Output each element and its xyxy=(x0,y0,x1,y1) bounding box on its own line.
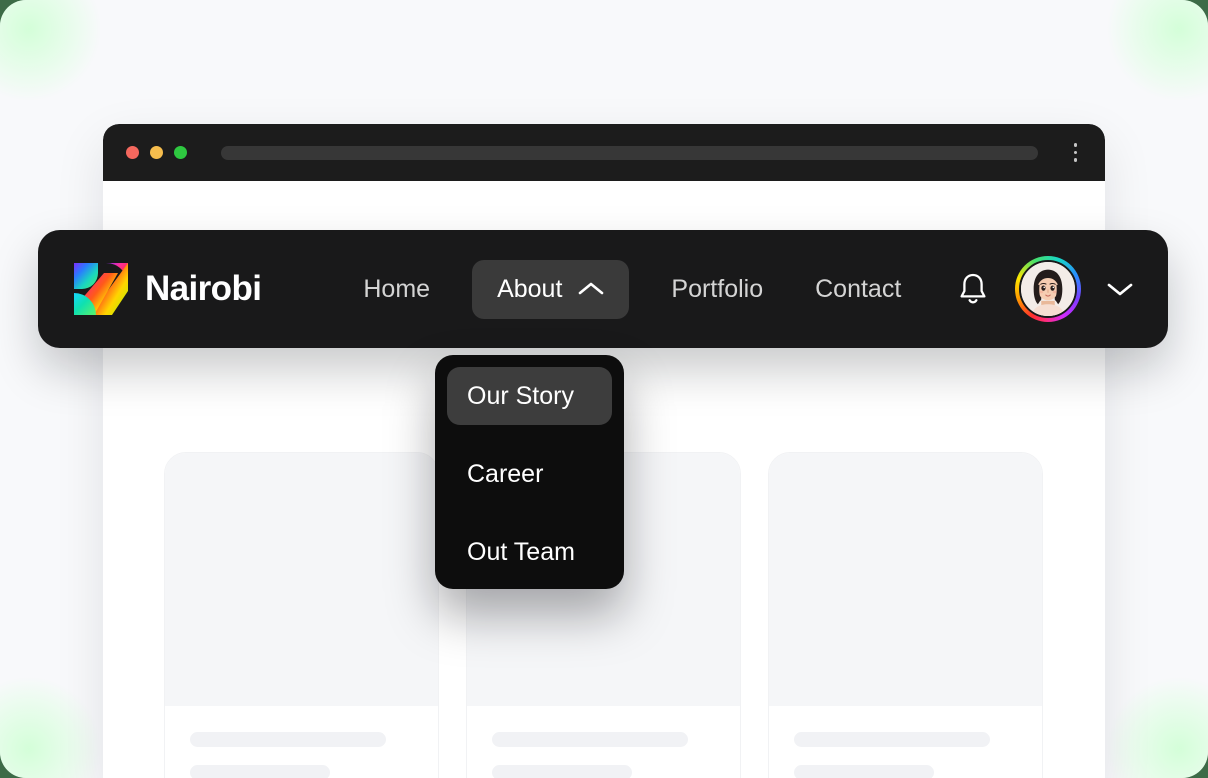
nav-item-label: Portfolio xyxy=(671,274,764,303)
skeleton-line xyxy=(492,765,632,778)
brand-name: Nairobi xyxy=(145,269,262,308)
kebab-menu-icon[interactable] xyxy=(1068,139,1084,166)
minimize-window-button[interactable] xyxy=(150,146,163,159)
maximize-window-button[interactable] xyxy=(174,146,187,159)
skeleton-thumbnail xyxy=(769,453,1042,706)
corner-glow-bottom-right xyxy=(1104,674,1208,778)
chevron-up-icon xyxy=(579,282,604,295)
dropdown-item-label: Our Story xyxy=(467,381,574,410)
dropdown-item-label: Out Team xyxy=(467,537,575,566)
skeleton-text-block xyxy=(467,706,740,778)
skeleton-line xyxy=(190,765,330,778)
browser-titlebar xyxy=(103,124,1105,181)
nav-item-contact[interactable]: Contact xyxy=(805,269,911,310)
nav-item-label: About xyxy=(497,274,563,303)
user-avatar-illustration-icon xyxy=(1021,262,1075,316)
chevron-down-icon xyxy=(1107,283,1133,296)
skeleton-line xyxy=(190,732,386,747)
nav-item-portfolio[interactable]: Portfolio xyxy=(661,269,773,310)
main-navbar: Nairobi Home About Portfolio Contact xyxy=(38,230,1168,348)
traffic-lights xyxy=(126,146,187,159)
skeleton-text-block xyxy=(165,706,438,778)
kebab-dot xyxy=(1073,150,1077,155)
dropdown-item-out-team[interactable]: Out Team xyxy=(447,523,612,581)
avatar[interactable] xyxy=(1015,256,1081,322)
nav-item-about[interactable]: About xyxy=(472,259,630,319)
about-dropdown-menu: Our Story Career Out Team xyxy=(435,355,624,589)
skeleton-thumbnail xyxy=(165,453,438,706)
close-window-button[interactable] xyxy=(126,146,139,159)
nav-item-label: Home xyxy=(363,274,431,303)
url-input[interactable] xyxy=(221,145,1038,160)
skeleton-line xyxy=(794,732,990,747)
nav-item-label: Contact xyxy=(815,274,902,303)
dropdown-item-our-story[interactable]: Our Story xyxy=(447,367,612,425)
nav-links: Home About Portfolio Contact xyxy=(353,259,911,319)
skeleton-card[interactable] xyxy=(768,452,1043,778)
bell-icon xyxy=(960,273,986,304)
dropdown-item-label: Career xyxy=(467,459,544,488)
kebab-dot xyxy=(1073,143,1077,147)
avatar-image-wrapper xyxy=(1019,260,1077,318)
nav-actions xyxy=(956,256,1134,322)
notification-bell-button[interactable] xyxy=(956,271,990,307)
nairobi-gradient-n-logo-icon xyxy=(74,263,128,315)
corner-glow-bottom-left xyxy=(0,674,104,778)
brand[interactable]: Nairobi xyxy=(72,261,262,317)
corner-glow-top-left xyxy=(0,0,104,104)
nav-item-home[interactable]: Home xyxy=(353,269,440,310)
kebab-dot xyxy=(1073,158,1077,162)
skeleton-card[interactable] xyxy=(164,452,439,778)
page-canvas: Nairobi Home About Portfolio Contact Our… xyxy=(0,0,1208,778)
profile-dropdown-button[interactable] xyxy=(1106,280,1134,298)
skeleton-line xyxy=(492,732,688,747)
skeleton-text-block xyxy=(769,706,1042,778)
skeleton-line xyxy=(794,765,934,778)
corner-glow-top-right xyxy=(1104,0,1208,104)
dropdown-item-career[interactable]: Career xyxy=(447,445,612,503)
